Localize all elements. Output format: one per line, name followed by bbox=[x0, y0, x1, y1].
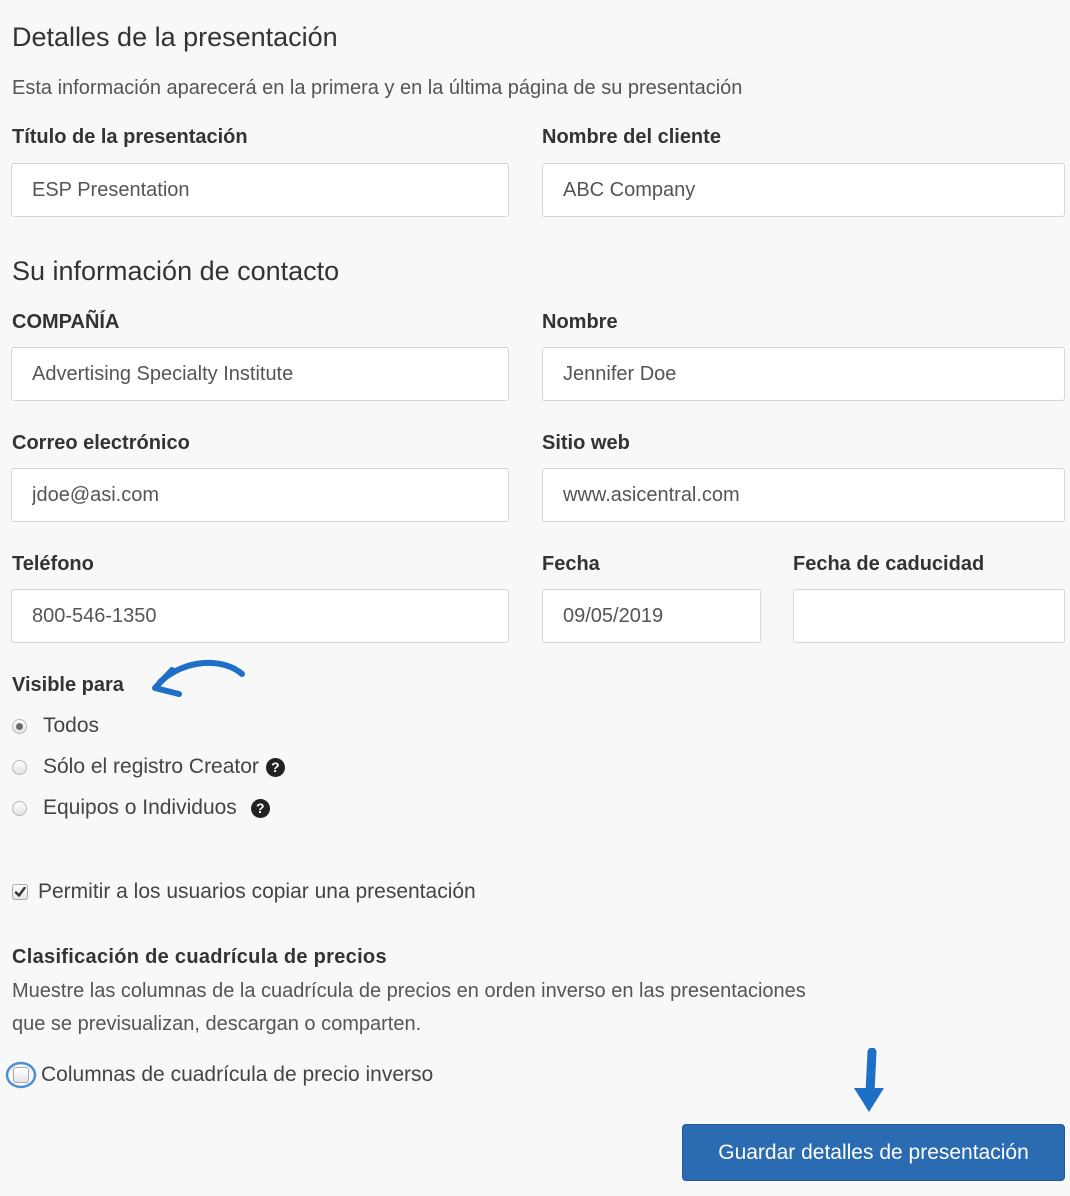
checkbox-unchecked-icon[interactable] bbox=[13, 1067, 29, 1083]
price-grid-description-line2: que se previsualizan, descargan o compar… bbox=[12, 1013, 422, 1035]
date-label: Fecha bbox=[542, 553, 600, 575]
visibility-option-label: Equipos o Individuos bbox=[43, 796, 237, 819]
visibility-option-label: Sólo el registro Creator bbox=[43, 755, 259, 778]
client-name-label: Nombre del cliente bbox=[542, 126, 721, 148]
presentation-details-description: Esta información aparecerá en la primera… bbox=[12, 77, 743, 99]
radio-selected-icon[interactable] bbox=[12, 718, 27, 734]
website-input[interactable] bbox=[542, 468, 1065, 522]
allow-copy-option[interactable]: Permitir a los usuarios copiar una prese… bbox=[12, 880, 476, 904]
price-grid-description-line1: Muestre las columnas de la cuadrícula de… bbox=[12, 980, 806, 1002]
help-icon[interactable]: ? bbox=[250, 798, 270, 818]
annotation-down-arrow-icon bbox=[854, 1048, 884, 1112]
phone-label: Teléfono bbox=[12, 553, 94, 575]
visibility-option-creator[interactable]: Sólo el registro Creator ? bbox=[12, 755, 285, 779]
client-name-input[interactable] bbox=[542, 163, 1065, 217]
website-label: Sitio web bbox=[542, 432, 630, 454]
visibility-option-teams[interactable]: Equipos o Individuos ? bbox=[12, 796, 270, 820]
name-label: Nombre bbox=[542, 311, 618, 333]
expiry-date-label: Fecha de caducidad bbox=[793, 553, 985, 575]
email-input[interactable] bbox=[11, 468, 509, 522]
annotation-curved-arrow-icon bbox=[152, 659, 245, 697]
presentation-title-input[interactable] bbox=[11, 163, 509, 217]
expiry-date-input[interactable] bbox=[793, 589, 1065, 643]
contact-info-heading: Su información de contacto bbox=[12, 256, 340, 286]
help-icon[interactable]: ? bbox=[265, 757, 285, 777]
checkbox-checked-icon[interactable] bbox=[12, 884, 28, 900]
radio-unselected-icon[interactable] bbox=[12, 800, 27, 816]
visible-to-label: Visible para bbox=[12, 674, 124, 696]
presentation-title-label: Título de la presentación bbox=[12, 126, 248, 148]
reverse-price-grid-label: Columnas de cuadrícula de precio inverso bbox=[41, 1063, 434, 1086]
radio-unselected-icon[interactable] bbox=[12, 759, 27, 775]
phone-input[interactable] bbox=[11, 589, 509, 643]
price-grid-heading: Clasificación de cuadrícula de precios bbox=[12, 946, 387, 968]
visibility-option-label: Todos bbox=[43, 714, 100, 737]
company-input[interactable] bbox=[11, 347, 509, 401]
email-label: Correo electrónico bbox=[12, 432, 190, 454]
allow-copy-label: Permitir a los usuarios copiar una prese… bbox=[38, 880, 476, 903]
checkmark-icon bbox=[14, 886, 26, 897]
visibility-option-todos[interactable]: Todos bbox=[12, 714, 99, 738]
name-input[interactable] bbox=[542, 347, 1065, 401]
reverse-price-grid-checkbox[interactable] bbox=[4, 1058, 38, 1092]
presentation-details-heading: Detalles de la presentación bbox=[12, 22, 338, 52]
company-label: COMPAÑÍA bbox=[12, 311, 120, 333]
date-input[interactable] bbox=[542, 589, 761, 643]
reverse-price-grid-option[interactable]: Columnas de cuadrícula de precio inverso bbox=[4, 1058, 433, 1092]
save-presentation-details-button[interactable]: Guardar detalles de presentación bbox=[682, 1124, 1065, 1181]
